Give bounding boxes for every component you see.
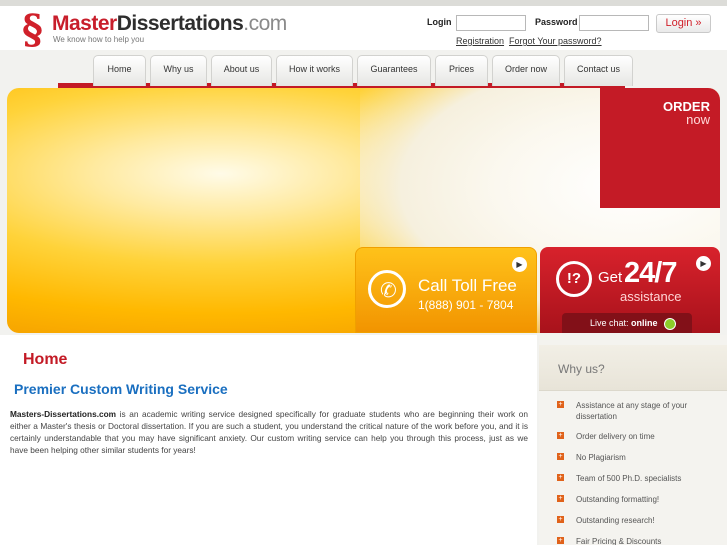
phone-icon: ✆: [368, 270, 406, 308]
order-now-corner[interactable]: ORDER now: [600, 88, 720, 208]
plus-bullet-icon: +: [557, 474, 564, 481]
logo-section-mark: §: [22, 6, 43, 53]
nav-item-about-us[interactable]: About us: [211, 55, 272, 86]
assistance-arrow-icon[interactable]: ▶: [696, 256, 711, 271]
login-input[interactable]: [456, 15, 526, 31]
site-header: § MasterDissertations.com We know how to…: [0, 6, 727, 52]
help-assistance-text: assistance: [620, 289, 682, 304]
site-name: Masters-Dissertations.com: [10, 409, 117, 419]
login-label: Login: [427, 17, 452, 27]
why-us-sidebar: Why us? + Assistance at any stage of your…: [539, 335, 727, 545]
why-us-item-label: Outstanding research!: [576, 516, 655, 525]
page-title: Home: [23, 351, 68, 368]
why-us-title: Why us?: [558, 362, 605, 376]
plus-bullet-icon: +: [557, 401, 564, 408]
question-icon: !?: [556, 261, 592, 297]
assistance-box[interactable]: ▶ !? Get 24/7 assistance Live chat: onli…: [540, 247, 720, 333]
live-chat-status: online: [631, 318, 658, 328]
nav-item-prices[interactable]: Prices: [435, 55, 488, 86]
password-label: Password: [535, 17, 578, 27]
plus-bullet-icon: +: [557, 495, 564, 502]
why-us-item-label: Outstanding formatting!: [576, 495, 660, 504]
logo-name-dissertations: Dissertations: [116, 12, 244, 35]
nav-item-order-now[interactable]: Order now: [492, 55, 560, 86]
call-number: 1(888) 901 - 7804: [418, 298, 514, 312]
call-arrow-icon[interactable]: ▶: [512, 257, 527, 272]
why-us-item[interactable]: + No Plagiarism: [557, 452, 722, 463]
why-us-item-label: No Plagiarism: [576, 453, 626, 462]
call-toll-free-box[interactable]: ▶ ✆ Call Toll Free 1(888) 901 - 7804: [355, 247, 537, 333]
online-status-icon: [664, 317, 677, 330]
plus-bullet-icon: +: [557, 432, 564, 439]
nav-item-contact-us[interactable]: Contact us: [564, 55, 633, 86]
intro-paragraph: Masters-Dissertations.com is an academic…: [10, 408, 528, 456]
why-us-item[interactable]: + Assistance at any stage of your dissert…: [557, 400, 722, 422]
logo-name-tld: .com: [243, 12, 287, 35]
forgot-password-link[interactable]: Forgot Your password?: [509, 36, 602, 46]
logo-tagline: We know how to help you: [53, 35, 145, 44]
nav-item-guarantees[interactable]: Guarantees: [357, 55, 431, 86]
help-247-text: 24/7: [624, 257, 677, 289]
nav-item-why-us[interactable]: Why us: [150, 55, 207, 86]
nav-item-how-it-works[interactable]: How it works: [276, 55, 353, 86]
logo-name-master: Master: [52, 12, 117, 35]
help-get-text: Get: [598, 269, 623, 286]
nav-item-home[interactable]: Home: [93, 55, 146, 86]
page-subtitle: Premier Custom Writing Service: [14, 381, 228, 397]
live-chat-label: Live chat:: [590, 318, 629, 328]
why-us-item-label: Order delivery on time: [576, 432, 655, 441]
live-chat-button[interactable]: Live chat: online: [562, 313, 692, 333]
registration-link[interactable]: Registration: [456, 36, 504, 46]
plus-bullet-icon: +: [557, 453, 564, 460]
site-logo[interactable]: § MasterDissertations.com We know how to…: [22, 8, 292, 52]
call-title: Call Toll Free: [418, 276, 517, 295]
order-now-text: now: [686, 112, 710, 127]
why-us-item[interactable]: + Fair Pricing & Discounts: [557, 536, 722, 545]
why-us-item[interactable]: + Outstanding research!: [557, 515, 722, 526]
login-button[interactable]: Login »: [656, 14, 711, 33]
why-us-item[interactable]: + Team of 500 Ph.D. specialists: [557, 473, 722, 484]
logo-name: MasterDissertations.com: [52, 12, 287, 36]
main-content: Home Premier Custom Writing Service Mast…: [0, 335, 537, 545]
plus-bullet-icon: +: [557, 537, 564, 544]
order-now-label[interactable]: ORDER now: [663, 100, 710, 126]
password-input[interactable]: [579, 15, 649, 31]
plus-bullet-icon: +: [557, 516, 564, 523]
why-us-item-label: Team of 500 Ph.D. specialists: [576, 474, 682, 483]
why-us-item[interactable]: + Outstanding formatting!: [557, 494, 722, 505]
why-us-item-label: Fair Pricing & Discounts: [576, 537, 662, 545]
why-us-item-label: Assistance at any stage of your disserta…: [576, 401, 688, 421]
why-us-item[interactable]: + Order delivery on time: [557, 431, 722, 442]
